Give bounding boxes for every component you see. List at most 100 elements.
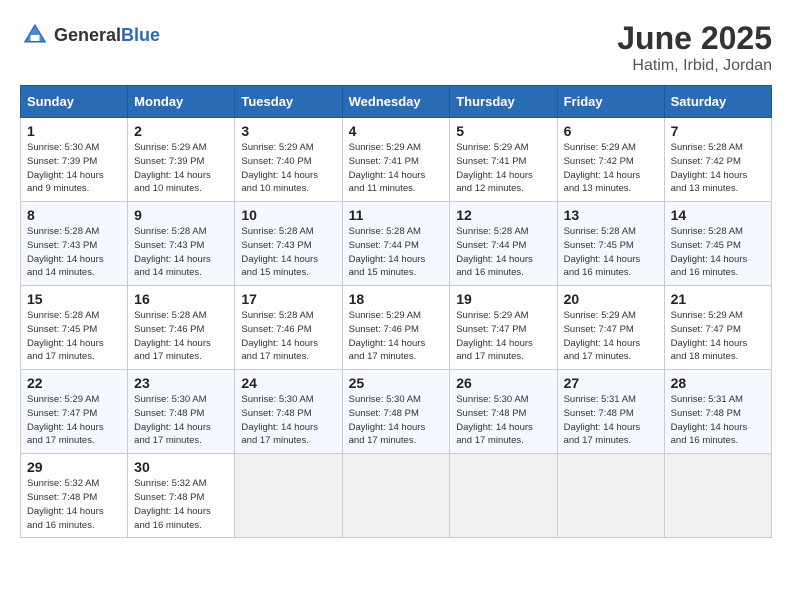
calendar-cell	[342, 454, 450, 538]
calendar-cell: 1 Sunrise: 5:30 AM Sunset: 7:39 PM Dayli…	[21, 118, 128, 202]
cell-info: Sunrise: 5:31 AM Sunset: 7:48 PM Dayligh…	[564, 393, 658, 448]
calendar-cell: 19 Sunrise: 5:29 AM Sunset: 7:47 PM Dayl…	[450, 286, 557, 370]
logo-text-blue: Blue	[121, 25, 160, 45]
day-number: 23	[134, 375, 228, 391]
day-number: 6	[564, 123, 658, 139]
weekday-header-tuesday: Tuesday	[235, 86, 342, 118]
day-number: 10	[241, 207, 335, 223]
weekday-header-sunday: Sunday	[21, 86, 128, 118]
calendar-cell: 2 Sunrise: 5:29 AM Sunset: 7:39 PM Dayli…	[128, 118, 235, 202]
logo-icon	[20, 20, 50, 50]
cell-info: Sunrise: 5:29 AM Sunset: 7:47 PM Dayligh…	[27, 393, 121, 448]
calendar-cell: 6 Sunrise: 5:29 AM Sunset: 7:42 PM Dayli…	[557, 118, 664, 202]
cell-info: Sunrise: 5:29 AM Sunset: 7:46 PM Dayligh…	[349, 309, 444, 364]
day-number: 11	[349, 207, 444, 223]
day-number: 4	[349, 123, 444, 139]
calendar-cell: 15 Sunrise: 5:28 AM Sunset: 7:45 PM Dayl…	[21, 286, 128, 370]
cell-info: Sunrise: 5:28 AM Sunset: 7:46 PM Dayligh…	[241, 309, 335, 364]
day-number: 18	[349, 291, 444, 307]
calendar-cell	[235, 454, 342, 538]
cell-info: Sunrise: 5:30 AM Sunset: 7:39 PM Dayligh…	[27, 141, 121, 196]
cell-info: Sunrise: 5:28 AM Sunset: 7:45 PM Dayligh…	[27, 309, 121, 364]
calendar-cell: 3 Sunrise: 5:29 AM Sunset: 7:40 PM Dayli…	[235, 118, 342, 202]
cell-info: Sunrise: 5:28 AM Sunset: 7:43 PM Dayligh…	[134, 225, 228, 280]
day-number: 15	[27, 291, 121, 307]
calendar-week-row: 8 Sunrise: 5:28 AM Sunset: 7:43 PM Dayli…	[21, 202, 772, 286]
calendar-cell: 27 Sunrise: 5:31 AM Sunset: 7:48 PM Dayl…	[557, 370, 664, 454]
calendar-cell: 30 Sunrise: 5:32 AM Sunset: 7:48 PM Dayl…	[128, 454, 235, 538]
weekday-header-saturday: Saturday	[664, 86, 771, 118]
day-number: 3	[241, 123, 335, 139]
logo-text-general: General	[54, 25, 121, 45]
day-number: 12	[456, 207, 550, 223]
calendar-cell: 21 Sunrise: 5:29 AM Sunset: 7:47 PM Dayl…	[664, 286, 771, 370]
cell-info: Sunrise: 5:29 AM Sunset: 7:41 PM Dayligh…	[456, 141, 550, 196]
day-number: 19	[456, 291, 550, 307]
cell-info: Sunrise: 5:32 AM Sunset: 7:48 PM Dayligh…	[134, 477, 228, 532]
cell-info: Sunrise: 5:29 AM Sunset: 7:40 PM Dayligh…	[241, 141, 335, 196]
day-number: 14	[671, 207, 765, 223]
cell-info: Sunrise: 5:29 AM Sunset: 7:39 PM Dayligh…	[134, 141, 228, 196]
day-number: 9	[134, 207, 228, 223]
day-number: 25	[349, 375, 444, 391]
calendar-cell: 18 Sunrise: 5:29 AM Sunset: 7:46 PM Dayl…	[342, 286, 450, 370]
day-number: 16	[134, 291, 228, 307]
calendar-cell: 16 Sunrise: 5:28 AM Sunset: 7:46 PM Dayl…	[128, 286, 235, 370]
cell-info: Sunrise: 5:30 AM Sunset: 7:48 PM Dayligh…	[241, 393, 335, 448]
cell-info: Sunrise: 5:28 AM Sunset: 7:43 PM Dayligh…	[27, 225, 121, 280]
weekday-header-wednesday: Wednesday	[342, 86, 450, 118]
day-number: 22	[27, 375, 121, 391]
cell-info: Sunrise: 5:28 AM Sunset: 7:46 PM Dayligh…	[134, 309, 228, 364]
weekday-header-friday: Friday	[557, 86, 664, 118]
cell-info: Sunrise: 5:29 AM Sunset: 7:47 PM Dayligh…	[671, 309, 765, 364]
calendar-header-row: SundayMondayTuesdayWednesdayThursdayFrid…	[21, 86, 772, 118]
page-header: GeneralBlue June 2025 Hatim, Irbid, Jord…	[20, 20, 772, 75]
day-number: 8	[27, 207, 121, 223]
weekday-header-monday: Monday	[128, 86, 235, 118]
calendar-cell	[557, 454, 664, 538]
calendar-week-row: 22 Sunrise: 5:29 AM Sunset: 7:47 PM Dayl…	[21, 370, 772, 454]
calendar-cell: 10 Sunrise: 5:28 AM Sunset: 7:43 PM Dayl…	[235, 202, 342, 286]
calendar-week-row: 29 Sunrise: 5:32 AM Sunset: 7:48 PM Dayl…	[21, 454, 772, 538]
weekday-header-thursday: Thursday	[450, 86, 557, 118]
cell-info: Sunrise: 5:29 AM Sunset: 7:42 PM Dayligh…	[564, 141, 658, 196]
day-number: 7	[671, 123, 765, 139]
cell-info: Sunrise: 5:31 AM Sunset: 7:48 PM Dayligh…	[671, 393, 765, 448]
calendar-table: SundayMondayTuesdayWednesdayThursdayFrid…	[20, 85, 772, 538]
calendar-week-row: 15 Sunrise: 5:28 AM Sunset: 7:45 PM Dayl…	[21, 286, 772, 370]
calendar-cell: 5 Sunrise: 5:29 AM Sunset: 7:41 PM Dayli…	[450, 118, 557, 202]
day-number: 1	[27, 123, 121, 139]
calendar-cell: 24 Sunrise: 5:30 AM Sunset: 7:48 PM Dayl…	[235, 370, 342, 454]
calendar-cell: 9 Sunrise: 5:28 AM Sunset: 7:43 PM Dayli…	[128, 202, 235, 286]
calendar-cell	[450, 454, 557, 538]
calendar-cell: 13 Sunrise: 5:28 AM Sunset: 7:45 PM Dayl…	[557, 202, 664, 286]
cell-info: Sunrise: 5:28 AM Sunset: 7:43 PM Dayligh…	[241, 225, 335, 280]
title-area: June 2025 Hatim, Irbid, Jordan	[617, 20, 772, 75]
calendar-cell: 11 Sunrise: 5:28 AM Sunset: 7:44 PM Dayl…	[342, 202, 450, 286]
calendar-cell: 20 Sunrise: 5:29 AM Sunset: 7:47 PM Dayl…	[557, 286, 664, 370]
cell-info: Sunrise: 5:29 AM Sunset: 7:47 PM Dayligh…	[456, 309, 550, 364]
month-title: June 2025	[617, 20, 772, 57]
calendar-cell: 8 Sunrise: 5:28 AM Sunset: 7:43 PM Dayli…	[21, 202, 128, 286]
calendar-week-row: 1 Sunrise: 5:30 AM Sunset: 7:39 PM Dayli…	[21, 118, 772, 202]
calendar-cell: 4 Sunrise: 5:29 AM Sunset: 7:41 PM Dayli…	[342, 118, 450, 202]
day-number: 27	[564, 375, 658, 391]
day-number: 20	[564, 291, 658, 307]
day-number: 21	[671, 291, 765, 307]
cell-info: Sunrise: 5:28 AM Sunset: 7:44 PM Dayligh…	[349, 225, 444, 280]
cell-info: Sunrise: 5:28 AM Sunset: 7:44 PM Dayligh…	[456, 225, 550, 280]
cell-info: Sunrise: 5:28 AM Sunset: 7:42 PM Dayligh…	[671, 141, 765, 196]
day-number: 2	[134, 123, 228, 139]
cell-info: Sunrise: 5:29 AM Sunset: 7:47 PM Dayligh…	[564, 309, 658, 364]
calendar-cell: 23 Sunrise: 5:30 AM Sunset: 7:48 PM Dayl…	[128, 370, 235, 454]
calendar-cell: 17 Sunrise: 5:28 AM Sunset: 7:46 PM Dayl…	[235, 286, 342, 370]
day-number: 17	[241, 291, 335, 307]
day-number: 30	[134, 459, 228, 475]
cell-info: Sunrise: 5:28 AM Sunset: 7:45 PM Dayligh…	[564, 225, 658, 280]
calendar-cell: 29 Sunrise: 5:32 AM Sunset: 7:48 PM Dayl…	[21, 454, 128, 538]
day-number: 13	[564, 207, 658, 223]
calendar-cell: 26 Sunrise: 5:30 AM Sunset: 7:48 PM Dayl…	[450, 370, 557, 454]
day-number: 29	[27, 459, 121, 475]
cell-info: Sunrise: 5:30 AM Sunset: 7:48 PM Dayligh…	[349, 393, 444, 448]
calendar-cell: 14 Sunrise: 5:28 AM Sunset: 7:45 PM Dayl…	[664, 202, 771, 286]
